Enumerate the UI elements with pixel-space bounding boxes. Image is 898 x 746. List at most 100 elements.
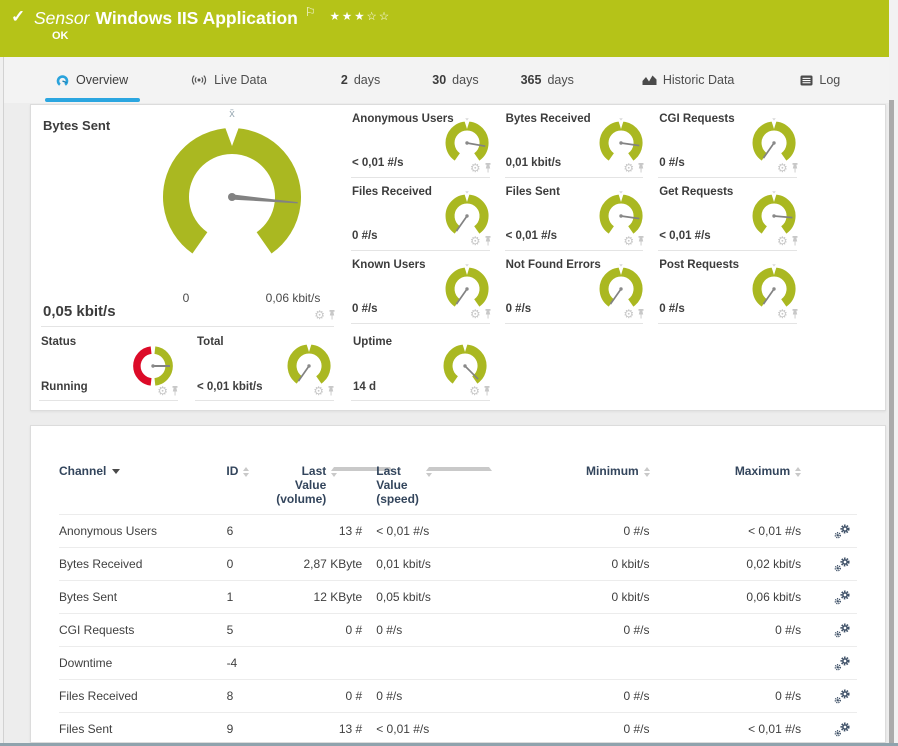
gauge-title: Known Users [352, 259, 426, 271]
channel-row[interactable]: Files Received 8 0 # 0 #/s 0 #/s 0 #/s [59, 679, 857, 712]
channel-last-value-volume: 12 KByte [313, 590, 363, 604]
gauge-pin-icon[interactable] [484, 163, 492, 173]
tab-2-days[interactable]: 2 days [341, 57, 380, 103]
gauge-cell[interactable]: Anonymous Users < 0,01 #/s ⚙ [346, 105, 500, 178]
channel-row[interactable]: Downtime -4 [59, 646, 857, 679]
channel-name: Bytes Sent [59, 590, 118, 604]
column-header-last-value-volume[interactable]: Last Value (volume) [274, 464, 394, 506]
channel-last-value-speed: 0 #/s [376, 689, 403, 703]
gauge-settings-gear-icon[interactable]: ⚙ [470, 235, 481, 247]
table-header-row: Channel ID Last Value (volume) Last Valu… [59, 458, 857, 514]
channel-row[interactable]: Files Sent 9 13 # < 0,01 #/s 0 #/s < 0,0… [59, 712, 857, 742]
channel-row[interactable]: Anonymous Users 6 13 # < 0,01 #/s 0 #/s … [59, 514, 857, 547]
gauge-pin-icon[interactable] [484, 309, 492, 319]
channel-last-value-speed: < 0,01 #/s [376, 524, 430, 538]
gauge-pin-icon[interactable] [328, 310, 336, 320]
channel-last-value-speed: 0,01 kbit/s [376, 557, 431, 571]
gauge-title: Files Received [352, 186, 432, 198]
channel-settings-gears-icon[interactable] [834, 721, 851, 737]
channel-settings-gears-icon[interactable] [834, 589, 851, 605]
log-icon [800, 75, 813, 86]
column-header-maximum[interactable]: Maximum [650, 464, 802, 478]
gauge-cell[interactable]: Status Running ⚙ [31, 331, 187, 401]
tab-label: Live Data [214, 73, 267, 87]
gauge-settings-gear-icon[interactable]: ⚙ [777, 235, 788, 247]
status-ok-check-icon: ✓ [11, 7, 26, 26]
gauge-title: Status [41, 336, 77, 348]
tab-number: 2 [340, 73, 348, 87]
gauge-value: < 0,01 kbit/s [197, 381, 263, 393]
tab-label: days [547, 73, 574, 87]
channel-row[interactable]: CGI Requests 5 0 # 0 #/s 0 #/s 0 #/s [59, 613, 857, 646]
channel-settings-gears-icon[interactable] [834, 556, 851, 572]
channel-settings-gears-icon[interactable] [834, 523, 851, 539]
channels-table: Channel ID Last Value (volume) Last Valu… [59, 458, 857, 742]
cell-separator [39, 400, 178, 401]
gauge-cell-bytes-sent[interactable]: Bytes Sent x̄ 0 0,06 kbit/s 0,05 kbit/s … [31, 105, 346, 327]
gauge-settings-gear-icon[interactable]: ⚙ [470, 308, 481, 320]
column-header-minimum[interactable]: Minimum [492, 464, 650, 478]
channel-settings-gears-icon[interactable] [834, 622, 851, 638]
priority-stars[interactable]: ★★★☆☆ [330, 11, 392, 23]
channel-settings-gears-icon[interactable] [834, 655, 851, 671]
gauge-pin-icon[interactable] [637, 309, 645, 319]
gauge-settings-gear-icon[interactable]: ⚙ [313, 385, 324, 397]
gauge-settings-gear-icon[interactable]: ⚙ [623, 235, 634, 247]
sort-icon [243, 467, 250, 477]
gauge-scale-min: 0 [182, 291, 190, 305]
gauge-cell[interactable]: Bytes Received 0,01 kbit/s ⚙ [500, 105, 654, 178]
channel-settings-gears-icon[interactable] [834, 688, 851, 704]
tab-overview[interactable]: Overview [44, 57, 141, 103]
gauge-pin-icon[interactable] [327, 386, 335, 396]
tab-30-days[interactable]: 30 days [432, 57, 478, 103]
gauge-cell[interactable]: Post Requests 0 #/s ⚙ [653, 251, 807, 324]
gauge-pin-icon[interactable] [637, 236, 645, 246]
gauge-settings-gear-icon[interactable]: ⚙ [157, 385, 168, 397]
channel-id: 8 [226, 689, 234, 703]
tab-historic-data[interactable]: Historic Data [642, 57, 734, 103]
channel-id: 5 [226, 623, 234, 637]
channel-row[interactable]: Bytes Received 0 2,87 KByte 0,01 kbit/s … [59, 547, 857, 580]
gauge-settings-gear-icon[interactable]: ⚙ [623, 162, 634, 174]
gauge-cell[interactable]: Uptime 14 d ⚙ [343, 331, 499, 401]
gauge-title: Files Sent [505, 186, 560, 198]
column-header-id[interactable]: ID [226, 464, 274, 478]
gauge-pin-icon[interactable] [791, 163, 799, 173]
gauge-settings-gear-icon[interactable]: ⚙ [314, 309, 325, 321]
small-gauges-grid: Anonymous Users < 0,01 #/s ⚙ Bytes Recei… [346, 105, 807, 324]
channels-panel: Channel ID Last Value (volume) Last Valu… [30, 425, 886, 743]
favorite-flag-icon[interactable]: ⚐ [305, 5, 316, 19]
gauge-pin-icon[interactable] [484, 236, 492, 246]
gauge-settings-gear-icon[interactable]: ⚙ [470, 162, 481, 174]
channel-maximum: 0,06 kbit/s [746, 590, 802, 604]
gauge-settings-gear-icon[interactable]: ⚙ [777, 308, 788, 320]
table-body: Anonymous Users 6 13 # < 0,01 #/s 0 #/s … [59, 514, 857, 742]
gauge-cell[interactable]: Total < 0,01 kbit/s ⚙ [187, 331, 343, 401]
channel-maximum: < 0,01 #/s [748, 524, 802, 538]
gauge-pin-icon[interactable] [483, 386, 491, 396]
sensor-status-text: OK [52, 30, 69, 42]
channel-last-value-volume: 2,87 KByte [303, 557, 363, 571]
channel-last-value-volume: 0 # [345, 623, 363, 637]
gauge-pin-icon[interactable] [791, 309, 799, 319]
gauge-cell[interactable]: Not Found Errors 0 #/s ⚙ [500, 251, 654, 324]
gauge-cell[interactable]: Get Requests < 0,01 #/s ⚙ [653, 178, 807, 251]
gauge-cell[interactable]: Known Users 0 #/s ⚙ [346, 251, 500, 324]
cell-separator [658, 323, 797, 324]
column-header-last-value-speed[interactable]: Last Value (speed) [362, 464, 493, 506]
tab-live-data[interactable]: Live Data [190, 57, 267, 103]
vertical-scrollbar[interactable] [889, 0, 898, 746]
tab-365-days[interactable]: 365 days [521, 57, 574, 103]
column-header-channel[interactable]: Channel [59, 464, 226, 478]
gauge-pin-icon[interactable] [637, 163, 645, 173]
gauge-settings-gear-icon[interactable]: ⚙ [469, 385, 480, 397]
channel-row[interactable]: Bytes Sent 1 12 KByte 0,05 kbit/s 0 kbit… [59, 580, 857, 613]
gauge-pin-icon[interactable] [171, 386, 179, 396]
gauge-settings-gear-icon[interactable]: ⚙ [623, 308, 634, 320]
gauge-cell[interactable]: Files Sent < 0,01 #/s ⚙ [500, 178, 654, 251]
gauge-settings-gear-icon[interactable]: ⚙ [777, 162, 788, 174]
tab-log[interactable]: Log [800, 57, 840, 103]
gauge-pin-icon[interactable] [791, 236, 799, 246]
gauge-cell[interactable]: Files Received 0 #/s ⚙ [346, 178, 500, 251]
gauge-cell[interactable]: CGI Requests 0 #/s ⚙ [653, 105, 807, 178]
